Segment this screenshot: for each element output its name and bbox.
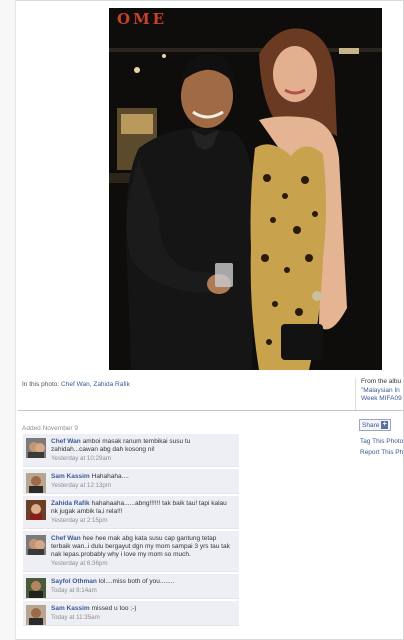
comment-text: missed u too ;-) bbox=[91, 605, 137, 612]
comment-item: Chef Wan hee hee mak abg kata susu cap g… bbox=[23, 531, 239, 572]
tag-separator: , bbox=[89, 381, 92, 388]
comment-timestamp: Yesterday at 10:29am bbox=[51, 455, 111, 462]
comment-item: Sam Kassim Hahahaha.... Yesterday at 12:… bbox=[23, 469, 239, 494]
album-from-label: From the albu bbox=[361, 378, 402, 385]
comment-timestamp: Today at 8:14am bbox=[51, 587, 97, 594]
comment-text: lol....miss both of you........ bbox=[98, 578, 175, 585]
comment-timestamp: Yesterday at 6:36pm bbox=[51, 560, 108, 567]
report-photo-link[interactable]: Report This Ph bbox=[360, 447, 404, 458]
comment-list: Chef Wan amboi masak ranum tembikai susu… bbox=[23, 434, 239, 628]
comment-author[interactable]: Chef Wan bbox=[51, 535, 81, 542]
left-rail bbox=[0, 0, 16, 640]
tag-photo-link[interactable]: Tag This Photo bbox=[360, 436, 404, 447]
in-this-photo-label: In this photo: bbox=[22, 381, 60, 388]
tagged-person-zahida-rafik[interactable]: Zahida Rafik bbox=[93, 381, 130, 388]
photo-sign-text: OME bbox=[117, 10, 168, 28]
avatar[interactable] bbox=[26, 605, 46, 625]
tagged-person-chef-wan[interactable]: Chef Wan bbox=[61, 381, 90, 388]
section-divider bbox=[18, 410, 404, 411]
avatar[interactable] bbox=[26, 500, 46, 520]
comment-item: Zahida Rafik hahahaaha......abng!!!!!! t… bbox=[23, 496, 239, 529]
avatar[interactable] bbox=[26, 438, 46, 458]
comment-author[interactable]: Sayfol Othman bbox=[51, 578, 97, 585]
comment-timestamp: Today at 11:35am bbox=[51, 614, 100, 621]
photo-illustration bbox=[109, 8, 382, 370]
comment-timestamp: Yesterday at 12:13pm bbox=[51, 482, 111, 489]
comment-item: Sayfol Othman lol....miss both of you...… bbox=[23, 574, 239, 599]
avatar[interactable] bbox=[26, 473, 46, 493]
album-link-line1[interactable]: "Malaysian In bbox=[361, 387, 404, 396]
comment-text: Hahahaha.... bbox=[91, 473, 129, 480]
share-label: Share bbox=[362, 421, 380, 429]
in-this-photo: In this photo: Chef Wan, Zahida Rafik bbox=[22, 381, 130, 388]
avatar[interactable] bbox=[26, 578, 46, 598]
comment-item: Chef Wan amboi masak ranum tembikai susu… bbox=[23, 434, 239, 467]
share-button[interactable]: Share + bbox=[359, 419, 391, 431]
comment-author[interactable]: Sam Kassim bbox=[51, 605, 90, 612]
comment-author[interactable]: Chef Wan bbox=[51, 438, 81, 445]
avatar[interactable] bbox=[26, 535, 46, 555]
album-info: From the albu "Malaysian In Week MIFA09 bbox=[355, 378, 404, 410]
album-link-line2[interactable]: Week MIFA09 bbox=[361, 395, 404, 404]
comment-author[interactable]: Zahida Rafik bbox=[51, 500, 90, 507]
photo-actions: Tag This Photo Report This Ph bbox=[360, 436, 404, 458]
main-photo[interactable]: OME bbox=[109, 8, 382, 370]
comment-author[interactable]: Sam Kassim bbox=[51, 473, 90, 480]
comment-item: Sam Kassim missed u too ;-) Today at 11:… bbox=[23, 601, 239, 626]
plus-icon: + bbox=[381, 421, 388, 429]
comment-timestamp: Yesterday at 2:15pm bbox=[51, 517, 108, 524]
added-date: Added November 9 bbox=[22, 425, 79, 432]
